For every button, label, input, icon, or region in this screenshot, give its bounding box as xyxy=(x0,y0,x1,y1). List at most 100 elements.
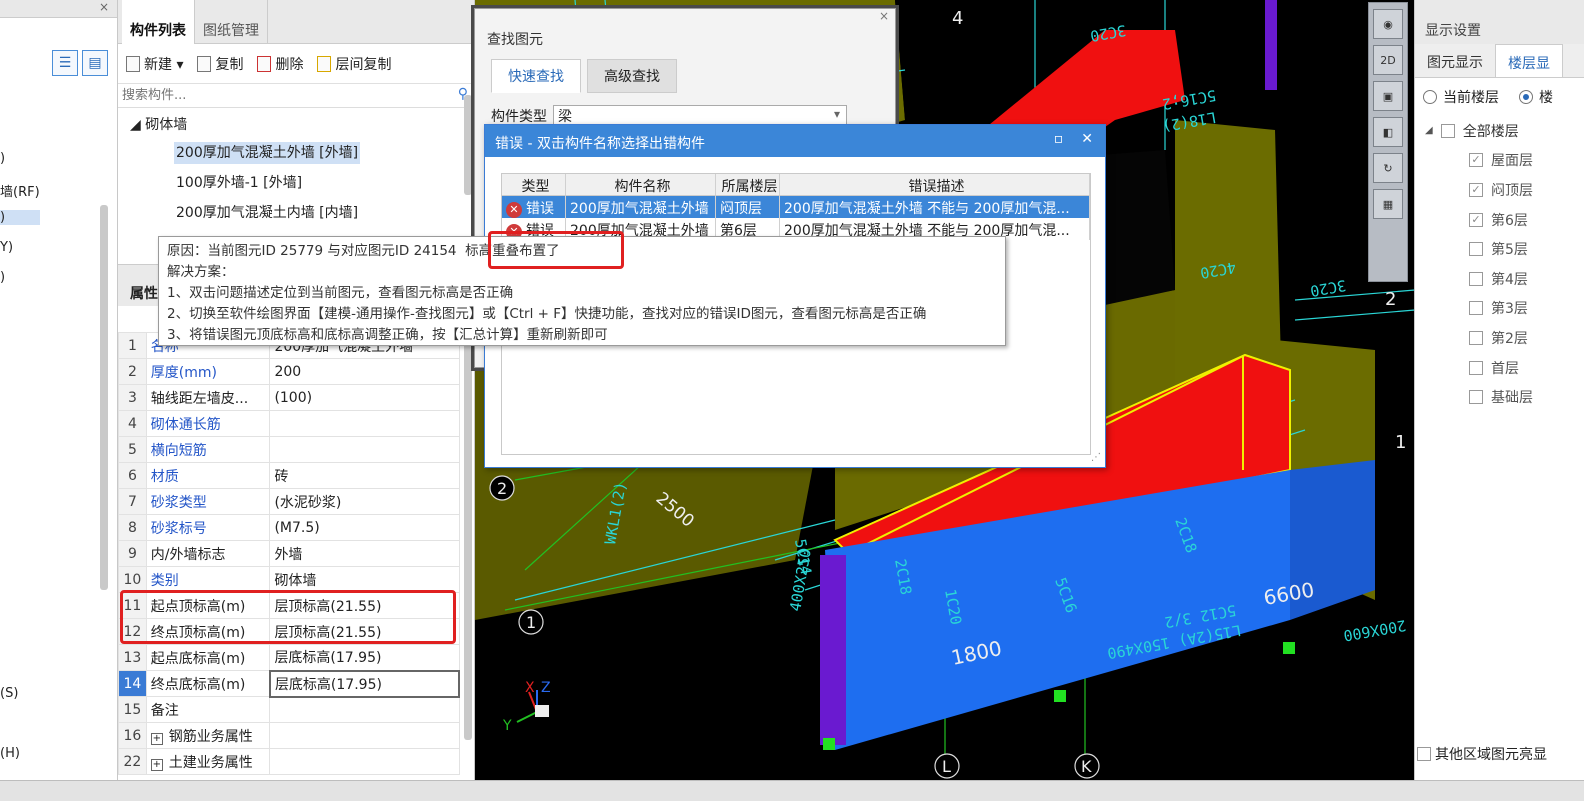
close-icon[interactable]: × xyxy=(99,0,109,14)
attribute-row[interactable]: 12 终点顶标高(m) 层顶标高(21.55) xyxy=(118,618,460,645)
attribute-value[interactable] xyxy=(269,748,460,775)
attribute-value[interactable]: 砌体墙 xyxy=(269,566,460,593)
orbit-icon[interactable]: ◉ xyxy=(1373,9,1403,39)
attribute-row[interactable]: 6 材质 砖 xyxy=(118,462,460,489)
left-scrollbar[interactable] xyxy=(100,205,108,590)
close-icon[interactable]: ✕ xyxy=(1081,131,1093,147)
tab-component-list[interactable]: 构件列表 xyxy=(122,0,195,44)
floor-checkbox[interactable] xyxy=(1469,242,1483,257)
tab-quick-find[interactable]: 快速查找 xyxy=(491,59,581,93)
attribute-row[interactable]: 13 起点底标高(m) 层底标高(17.95) xyxy=(118,644,460,671)
attribute-value[interactable] xyxy=(269,410,460,437)
highlight-other-regions[interactable]: 其他区域图元亮显 xyxy=(1417,744,1547,764)
delete-button[interactable]: 删除 xyxy=(257,54,303,74)
floor-checkbox[interactable] xyxy=(1469,390,1483,405)
attribute-row[interactable]: 16 + 钢筋业务属性 xyxy=(118,722,460,749)
floor-checkbox[interactable] xyxy=(1469,360,1483,375)
tree-scrollbar[interactable] xyxy=(464,95,472,195)
column-header-type[interactable]: 类型 xyxy=(502,174,566,195)
floor-row[interactable]: 首层 xyxy=(1425,353,1584,383)
floor-row[interactable]: 第4层 xyxy=(1425,264,1584,294)
floor-checkbox[interactable] xyxy=(1469,301,1483,316)
detail-view-icon[interactable]: ▤ xyxy=(82,50,108,76)
radio-current-floor[interactable] xyxy=(1423,90,1437,104)
copy-button[interactable]: 复制 xyxy=(197,54,243,74)
expand-icon[interactable]: + xyxy=(150,732,163,745)
grid-settings-icon[interactable]: ▦ xyxy=(1373,189,1403,219)
attribute-value[interactable]: 层底标高(17.95) xyxy=(269,644,460,671)
attribute-row[interactable]: 4 砌体通长筋 xyxy=(118,410,460,437)
left-list-item[interactable]: (H) xyxy=(0,746,20,761)
tab-advanced-find[interactable]: 高级查找 xyxy=(587,59,677,93)
attribute-row[interactable]: 14 终点底标高(m) 层底标高(17.95) xyxy=(118,669,461,698)
left-list-item-selected[interactable]: ) xyxy=(0,210,40,225)
attribute-value[interactable]: 层底标高(17.95) xyxy=(268,669,461,698)
attribute-row[interactable]: 15 备注 xyxy=(118,696,460,723)
floor-row[interactable]: ✓ 第6层 xyxy=(1425,205,1584,235)
attribute-row[interactable]: 7 砂浆类型 (水泥砂浆) xyxy=(118,488,460,515)
attribute-value[interactable]: (M7.5) xyxy=(269,514,460,541)
search-input[interactable] xyxy=(118,84,438,106)
left-list-item[interactable]: ) xyxy=(0,151,5,166)
list-view-icon[interactable]: ☰ xyxy=(52,50,78,76)
floor-row[interactable]: 基础层 xyxy=(1425,382,1584,412)
attribute-value[interactable]: 层顶标高(21.55) xyxy=(269,618,460,645)
attribute-value[interactable] xyxy=(269,722,460,749)
tree-root-masonry-wall[interactable]: ◢ 砌体墙 xyxy=(118,112,474,138)
error-desc-cell[interactable]: 200厚加气混凝土外墙 不能与 200厚加气混... xyxy=(780,196,1090,218)
maximize-icon[interactable]: ▫ xyxy=(1054,131,1064,147)
attribute-row[interactable]: 3 轴线距左墙皮... (100) xyxy=(118,384,460,411)
attribute-value[interactable]: (100) xyxy=(269,384,460,411)
left-list-item[interactable]: (S) xyxy=(0,686,18,701)
attribute-row[interactable]: 5 横向短筋 xyxy=(118,436,460,463)
column-header-desc[interactable]: 错误描述 xyxy=(780,174,1090,195)
floor-row[interactable]: 第2层 xyxy=(1425,323,1584,353)
tab-element-display[interactable]: 图元显示 xyxy=(1415,44,1495,77)
left-list-item[interactable]: Y) xyxy=(0,240,13,255)
3d-box-icon[interactable]: ▣ xyxy=(1373,81,1403,111)
floor-checkbox[interactable]: ✓ xyxy=(1469,182,1483,197)
collapse-icon[interactable]: ◢ xyxy=(1425,125,1433,136)
rotate-icon[interactable]: ↻ xyxy=(1373,153,1403,183)
floor-row[interactable]: ✓ 闷顶层 xyxy=(1425,175,1584,205)
attribute-row[interactable]: 11 起点顶标高(m) 层顶标高(21.55) xyxy=(118,592,460,619)
attribute-value[interactable]: (水泥砂浆) xyxy=(269,488,460,515)
attribute-row[interactable]: 10 类别 砌体墙 xyxy=(118,566,460,593)
attribute-value[interactable]: 层顶标高(21.55) xyxy=(269,592,460,619)
attribute-value[interactable]: 砖 xyxy=(269,462,460,489)
floor-row[interactable]: 第3层 xyxy=(1425,294,1584,324)
expand-icon[interactable]: + xyxy=(150,758,163,771)
column-header-floor[interactable]: 所属楼层 xyxy=(716,174,780,195)
floor-checkbox[interactable]: ✓ xyxy=(1469,212,1483,227)
cube-view-icon[interactable]: ◧ xyxy=(1373,117,1403,147)
error-name-cell[interactable]: 200厚加气混凝土外墙 xyxy=(566,196,716,218)
error-row[interactable]: ✕ 错误 200厚加气混凝土外墙 闷顶层 200厚加气混凝土外墙 不能与 200厚加气混… xyxy=(502,196,1090,218)
tab-floor-display[interactable]: 楼层显 xyxy=(1495,44,1563,77)
floor-checkbox[interactable]: ✓ xyxy=(1469,153,1483,168)
close-icon[interactable]: × xyxy=(879,9,889,23)
radio-all-floors[interactable] xyxy=(1519,90,1533,104)
attribute-value[interactable]: 外墙 xyxy=(269,540,460,567)
attribute-key[interactable]: + 土建业务属性 xyxy=(145,748,271,775)
attribute-row[interactable]: 9 内/外墙标志 外墙 xyxy=(118,540,460,567)
2d-view-button[interactable]: 2D xyxy=(1373,45,1403,75)
new-button[interactable]: 新建 ▾ xyxy=(126,54,183,74)
left-list-item[interactable]: ) xyxy=(0,270,5,285)
floor-row[interactable]: 第5层 xyxy=(1425,234,1584,264)
left-list-item[interactable]: 墙(RF) xyxy=(0,181,40,200)
tree-item[interactable]: 200厚加气混凝土外墙 [外墙] xyxy=(118,138,474,168)
floor-copy-button[interactable]: 层间复制 xyxy=(317,54,391,74)
floor-row[interactable]: ✓ 屋面层 xyxy=(1425,146,1584,176)
attribute-row[interactable]: 22 + 土建业务属性 xyxy=(118,748,460,775)
tree-item[interactable]: 200厚加气混凝土内墙 [内墙] xyxy=(118,198,474,228)
floor-row-all[interactable]: ◢ 全部楼层 xyxy=(1425,116,1584,146)
floor-checkbox[interactable] xyxy=(1469,271,1483,286)
floor-checkbox[interactable] xyxy=(1469,330,1483,345)
checkbox-highlight-others[interactable] xyxy=(1417,747,1431,761)
tab-drawing-manage[interactable]: 图纸管理 xyxy=(195,0,268,44)
checkbox-all-floors[interactable] xyxy=(1440,123,1455,138)
resize-grip-icon[interactable]: ⋰ xyxy=(1091,452,1101,463)
attribute-value[interactable] xyxy=(269,436,460,463)
attribute-value[interactable]: 200 xyxy=(269,358,460,385)
attribute-row[interactable]: 2 厚度(mm) 200 xyxy=(118,358,460,385)
